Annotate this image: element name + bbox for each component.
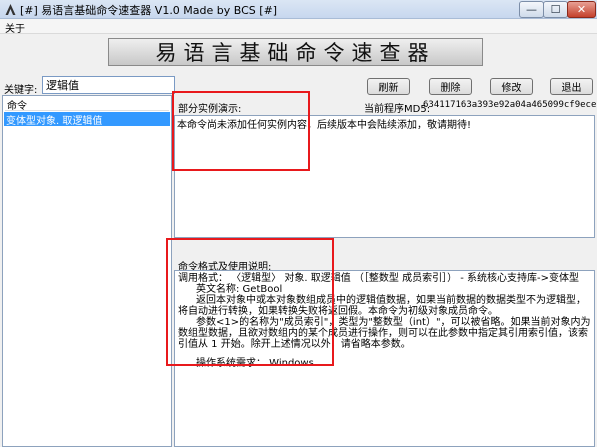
md5-label: 当前程序MD5: xyxy=(364,104,431,115)
annotation-highlight-format xyxy=(166,238,334,366)
refresh-button[interactable]: 刷新 xyxy=(367,78,410,95)
exit-button[interactable]: 退出 xyxy=(550,78,593,95)
annotation-highlight-example xyxy=(172,91,310,171)
close-button[interactable]: ✕ xyxy=(567,1,596,18)
md5-value: 634117163a393e92a04a465099cf9ece xyxy=(423,100,597,110)
app-banner: 易语言基础命令速查器 xyxy=(108,38,483,66)
menu-item-about[interactable]: 关于 xyxy=(5,20,25,35)
keyword-input[interactable] xyxy=(42,76,175,94)
delete-button[interactable]: 删除 xyxy=(429,78,472,95)
window-title: [#] 易语言基础命令速查器 V1.0 Made by BCS [#] xyxy=(20,4,278,17)
minimize-button[interactable]: — xyxy=(519,1,544,18)
app-icon xyxy=(5,4,16,15)
modify-button[interactable]: 修改 xyxy=(490,78,533,95)
list-item[interactable]: 变体型对象. 取逻辑值 xyxy=(4,112,170,127)
command-list[interactable]: 命令 变体型对象. 取逻辑值 xyxy=(2,95,172,447)
list-header: 命令 xyxy=(5,97,169,112)
menu-bar: 关于 xyxy=(0,19,597,35)
keyword-label: 关键字: xyxy=(4,85,38,96)
title-bar: [#] 易语言基础命令速查器 V1.0 Made by BCS [#] — ☐ … xyxy=(0,0,597,19)
maximize-button[interactable]: ☐ xyxy=(543,1,568,18)
